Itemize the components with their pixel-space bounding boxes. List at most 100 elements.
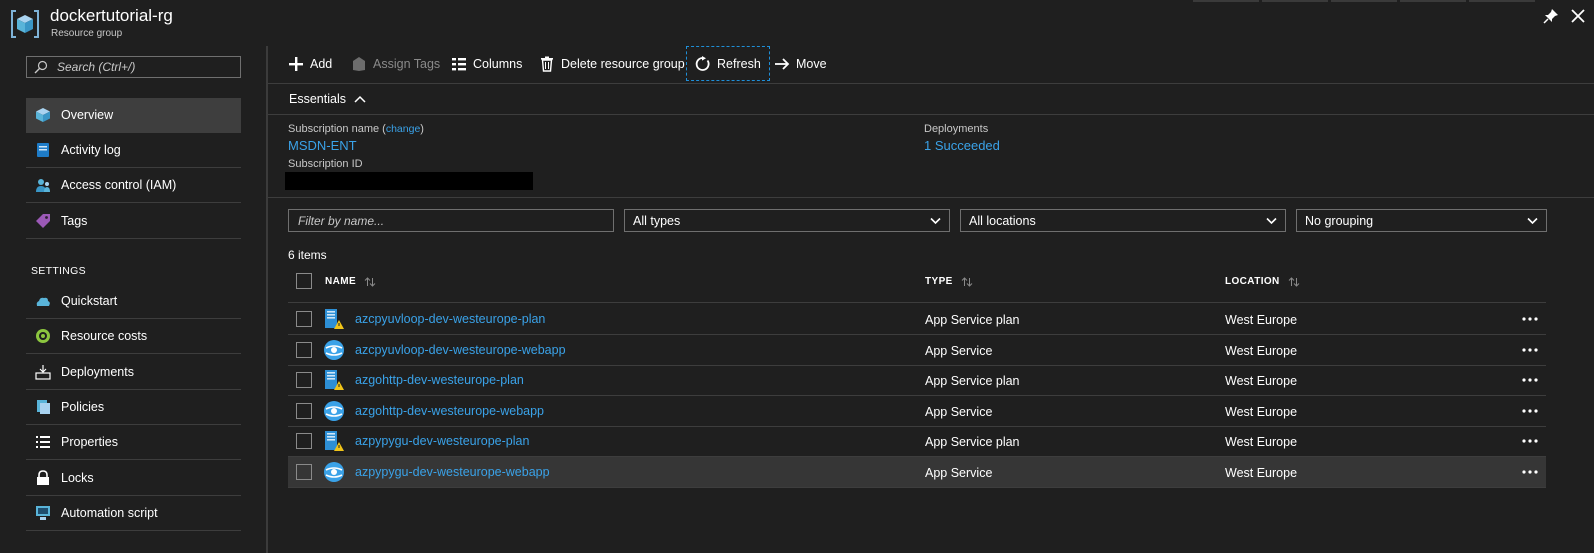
delete-resource-group-button[interactable]: Delete resource group [539, 54, 685, 74]
quickstart-icon [36, 297, 50, 306]
resource-location: West Europe [1225, 313, 1298, 327]
resource-group-icon [11, 10, 39, 38]
assign-tags-button[interactable]: Assign Tags [351, 54, 440, 74]
table-row[interactable]: azcpyuvloop-dev-westeurope-webapp App Se… [288, 335, 1546, 366]
sort-icon [364, 276, 376, 287]
table-row[interactable]: azpypygu-dev-westeurope-plan App Service… [288, 426, 1546, 457]
deployments-link[interactable]: 1 Succeeded [924, 138, 1000, 153]
top-stripe [1262, 0, 1328, 2]
toolbar: Add Assign Tags Columns Delete resource … [268, 44, 1594, 82]
subscription-name-link[interactable]: MSDN-ENT [288, 138, 357, 153]
divider [268, 197, 1594, 198]
sidebar-item-label: Quickstart [61, 294, 118, 308]
activity-log-icon [37, 143, 49, 157]
table-row[interactable]: azgohttp-dev-westeurope-webapp App Servi… [288, 396, 1546, 427]
resource-name-link[interactable]: azcpyuvloop-dev-westeurope-plan [355, 312, 545, 326]
pin-icon[interactable] [1543, 8, 1559, 24]
resource-location: West Europe [1225, 405, 1298, 419]
row-checkbox[interactable] [296, 464, 312, 480]
sidebar-item-tags[interactable]: Tags [26, 204, 241, 239]
more-options-icon[interactable] [1521, 434, 1539, 448]
sidebar-item-automation-script[interactable]: Automation script [26, 496, 241, 531]
select-all-checkbox[interactable] [296, 273, 312, 289]
resource-name-link[interactable]: azgohttp-dev-westeurope-plan [355, 373, 524, 387]
more-options-icon[interactable] [1521, 343, 1539, 357]
filter-by-name-input[interactable] [288, 209, 614, 232]
row-checkbox[interactable] [296, 433, 312, 449]
sidebar-item-overview[interactable]: Overview [26, 98, 241, 133]
change-link[interactable]: change [386, 123, 420, 135]
resource-name-link[interactable]: azpypygu-dev-westeurope-webapp [355, 465, 550, 479]
sidebar-item-policies[interactable]: Policies [26, 390, 241, 425]
items-count: 6 items [288, 248, 327, 262]
types-dropdown[interactable]: All types [624, 209, 950, 232]
app-service-icon [324, 401, 344, 421]
refresh-button-label: Refresh [717, 56, 761, 71]
plus-icon [289, 57, 303, 71]
more-options-icon[interactable] [1521, 465, 1539, 479]
essentials-toggle[interactable]: Essentials [289, 92, 366, 106]
resource-type: App Service plan [925, 313, 1020, 327]
resource-location: West Europe [1225, 344, 1298, 358]
columns-button[interactable]: Columns [451, 54, 522, 74]
resource-type: App Service [925, 405, 993, 419]
sidebar-item-label: Deployments [61, 365, 134, 379]
sidebar-item-properties[interactable]: Properties [26, 425, 241, 460]
move-button-label: Move [796, 57, 827, 71]
tag-icon [36, 214, 50, 228]
resource-location: West Europe [1225, 435, 1298, 449]
arrow-right-icon [775, 58, 790, 70]
top-stripe [1193, 0, 1259, 2]
table-row[interactable]: azcpyuvloop-dev-westeurope-plan App Serv… [288, 304, 1546, 335]
table-row[interactable]: azpypygu-dev-westeurope-webapp App Servi… [288, 457, 1546, 488]
resource-name-link[interactable]: azgohttp-dev-westeurope-webapp [355, 404, 544, 418]
sidebar-item-label: Overview [61, 108, 114, 122]
row-checkbox[interactable] [296, 403, 312, 419]
column-header-type[interactable]: TYPE [925, 276, 973, 287]
row-checkbox[interactable] [296, 372, 312, 388]
more-options-icon[interactable] [1521, 373, 1539, 387]
sidebar-item-label: Automation script [61, 506, 158, 520]
subscription-name-label-text: Subscription name [288, 123, 380, 135]
table-row[interactable]: azgohttp-dev-westeurope-plan App Service… [288, 365, 1546, 396]
more-options-icon[interactable] [1521, 312, 1539, 326]
add-button[interactable]: Add [288, 54, 332, 74]
grouping-dropdown-value: No grouping [1305, 214, 1374, 228]
app-service-icon [324, 462, 344, 482]
table-header-divider [288, 302, 1546, 303]
column-header-name[interactable]: NAME [325, 276, 376, 287]
move-button[interactable]: Move [774, 54, 827, 74]
deployments-label: Deployments [924, 123, 989, 135]
divider [268, 114, 1594, 115]
resource-name-link[interactable]: azcpyuvloop-dev-westeurope-webapp [355, 343, 566, 357]
sidebar-item-quickstart[interactable]: Quickstart [26, 284, 241, 319]
lock-icon [37, 470, 49, 485]
resource-location: West Europe [1225, 374, 1298, 388]
sidebar-item-resource-costs[interactable]: Resource costs [26, 319, 241, 354]
resource-type: App Service plan [925, 374, 1020, 388]
resource-name-link[interactable]: azpypygu-dev-westeurope-plan [355, 434, 529, 448]
row-checkbox[interactable] [296, 311, 312, 327]
chevron-up-icon [354, 95, 366, 103]
row-checkbox[interactable] [296, 342, 312, 358]
top-stripe [1400, 0, 1466, 2]
sidebar-item-label: Properties [61, 435, 118, 449]
tag-icon [353, 57, 365, 71]
sidebar-item-label: Access control (IAM) [61, 178, 177, 192]
search-input[interactable] [57, 59, 237, 75]
sidebar-item-activity-log[interactable]: Activity log [26, 133, 241, 168]
close-icon[interactable] [1570, 8, 1586, 24]
sidebar-item-locks[interactable]: Locks [26, 461, 241, 496]
column-header-location[interactable]: LOCATION [1225, 276, 1300, 287]
sidebar-item-iam[interactable]: Access control (IAM) [26, 168, 241, 203]
sidebar-item-deployments[interactable]: Deployments [26, 355, 241, 390]
refresh-button[interactable]: Refresh [686, 46, 770, 81]
locations-dropdown[interactable]: All locations [960, 209, 1286, 232]
columns-icon [452, 58, 466, 71]
sidebar-search[interactable] [26, 56, 241, 78]
more-options-icon[interactable] [1521, 404, 1539, 418]
grouping-dropdown[interactable]: No grouping [1296, 209, 1547, 232]
overview-icon [36, 108, 50, 122]
chevron-down-icon [930, 217, 941, 225]
top-stripe [1331, 0, 1397, 2]
